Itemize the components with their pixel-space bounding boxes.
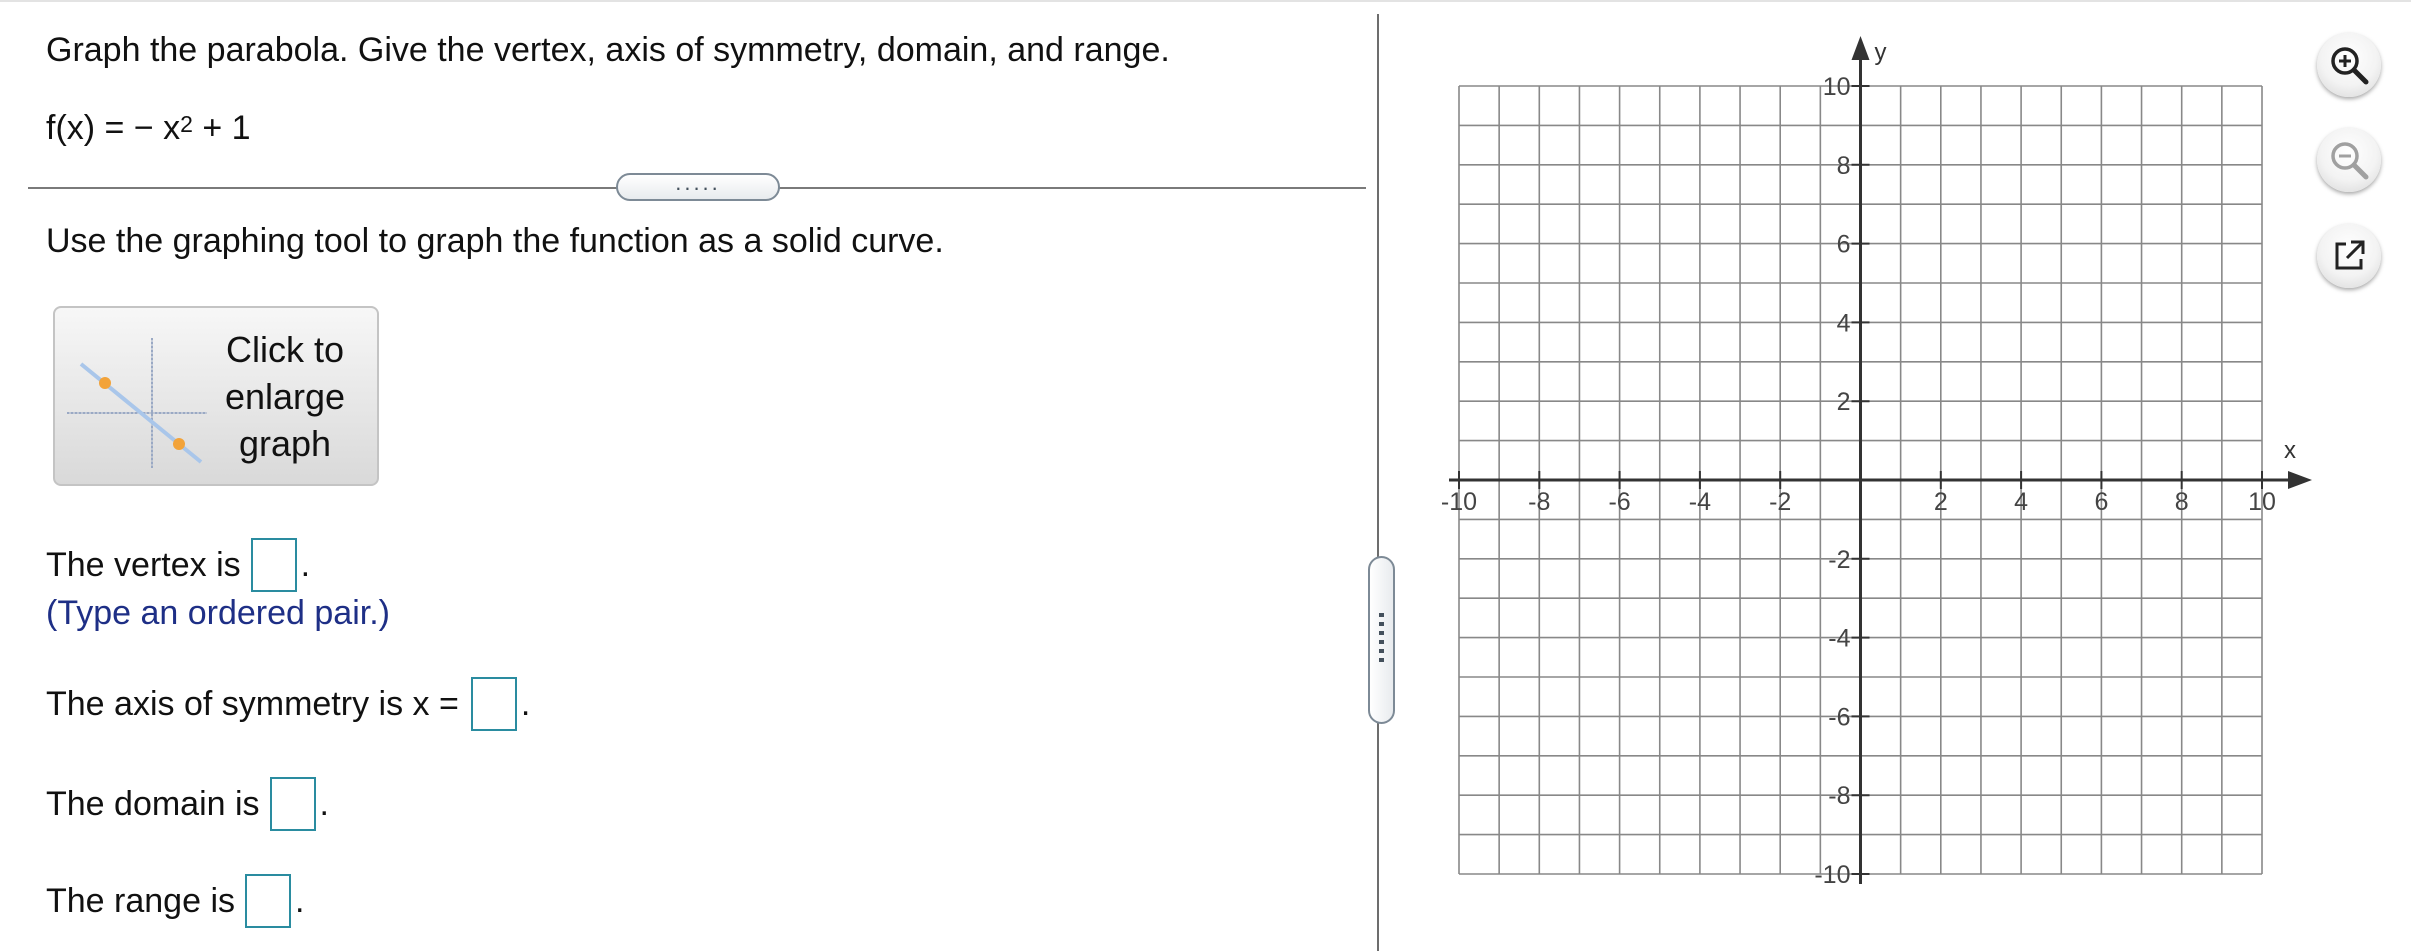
- domain-label: The domain is: [46, 785, 260, 823]
- graph-instruction: Use the graphing tool to graph the funct…: [46, 222, 944, 260]
- vertex-input[interactable]: [250, 538, 297, 592]
- zoom-out-icon: [2331, 142, 2369, 180]
- x-tick-label: -10: [1441, 488, 1477, 516]
- vertex-hint: (Type an ordered pair.): [46, 594, 390, 632]
- vertex-row: The vertex is .: [46, 538, 310, 592]
- y-tick-label: -6: [1828, 703, 1850, 731]
- domain-terminator: .: [319, 785, 329, 823]
- y-axis-label: y: [1875, 39, 1887, 66]
- x-tick-label: 6: [2094, 488, 2108, 516]
- enlarge-graph-button[interactable]: Click to enlarge graph: [53, 306, 379, 486]
- function-expression: f(x) = − x2 + 1: [46, 108, 251, 148]
- y-tick-label: 2: [1837, 388, 1851, 416]
- external-link-icon: [2335, 240, 2365, 270]
- x-tick-label: 8: [2175, 488, 2189, 516]
- function-exponent: 2: [180, 111, 193, 137]
- axis-terminator: .: [520, 685, 531, 723]
- graph-thumbnail-icon: [67, 338, 207, 468]
- x-tick-label: -6: [1608, 488, 1630, 516]
- question-pane: Graph the parabola. Give the vertex, axi…: [0, 0, 1376, 951]
- x-tick-label: -8: [1528, 488, 1550, 516]
- zoom-in-button[interactable]: [2317, 33, 2381, 97]
- y-tick-label: -2: [1828, 546, 1850, 574]
- y-tick-label: 8: [1837, 152, 1851, 180]
- x-tick-label: 10: [2248, 488, 2276, 516]
- vertex-terminator: .: [300, 546, 311, 584]
- x-tick-label: -2: [1769, 488, 1791, 516]
- x-tick-label: -4: [1689, 488, 1711, 516]
- domain-row: The domain is .: [46, 777, 329, 831]
- collapse-handle-button[interactable]: .....: [616, 170, 780, 201]
- y-tick-label: 6: [1837, 231, 1851, 259]
- y-axis-arrow: [1851, 36, 1870, 60]
- y-tick-label: -4: [1828, 625, 1850, 653]
- axis-label: The axis of symmetry is x =: [46, 685, 459, 723]
- zoom-in-icon: [2331, 47, 2369, 85]
- range-terminator: .: [295, 882, 305, 920]
- enlarge-graph-label: Click to enlarge graph: [224, 329, 346, 464]
- axis-row: The axis of symmetry is x = .: [46, 677, 530, 731]
- popout-button[interactable]: [2317, 224, 2381, 288]
- question-prompt: Graph the parabola. Give the vertex, axi…: [46, 31, 1170, 69]
- x-axis-arrow: [2288, 471, 2312, 489]
- graph-area[interactable]: -10 -8 -6 -4 -2 2 4 6 8 10 10 8 6 4 2 -2 -4 -6 -8 -10 x y: [1400, 20, 2320, 920]
- x-tick-label: 4: [2014, 488, 2028, 516]
- handle-dots: .....: [675, 170, 721, 195]
- y-tick-label: -10: [1814, 861, 1850, 889]
- pane-resize-handle[interactable]: [1368, 556, 1395, 724]
- function-suffix: + 1: [192, 109, 251, 147]
- y-tick-label: 10: [1823, 73, 1851, 101]
- range-label: The range is: [46, 882, 235, 920]
- handle-grip-icon: [1379, 613, 1384, 667]
- axis-of-symmetry-input[interactable]: [470, 677, 517, 731]
- y-tick-label: -8: [1828, 782, 1850, 810]
- range-row: The range is .: [46, 874, 304, 928]
- x-tick-label: 2: [1934, 488, 1948, 516]
- x-axis-label: x: [2284, 437, 2296, 464]
- function-prefix: f(x) = − x: [46, 109, 181, 147]
- vertex-label: The vertex is: [46, 546, 241, 584]
- domain-input[interactable]: [269, 777, 316, 831]
- pane-divider: [1377, 14, 1379, 951]
- zoom-out-button[interactable]: [2317, 128, 2381, 192]
- range-input[interactable]: [245, 874, 291, 928]
- axes: [1449, 36, 2312, 884]
- y-tick-label: 4: [1837, 309, 1851, 337]
- coordinate-plane[interactable]: -10 -8 -6 -4 -2 2 4 6 8 10 10 8 6 4 2 -2 -4 -6 -8 -10 x y: [1400, 20, 2320, 920]
